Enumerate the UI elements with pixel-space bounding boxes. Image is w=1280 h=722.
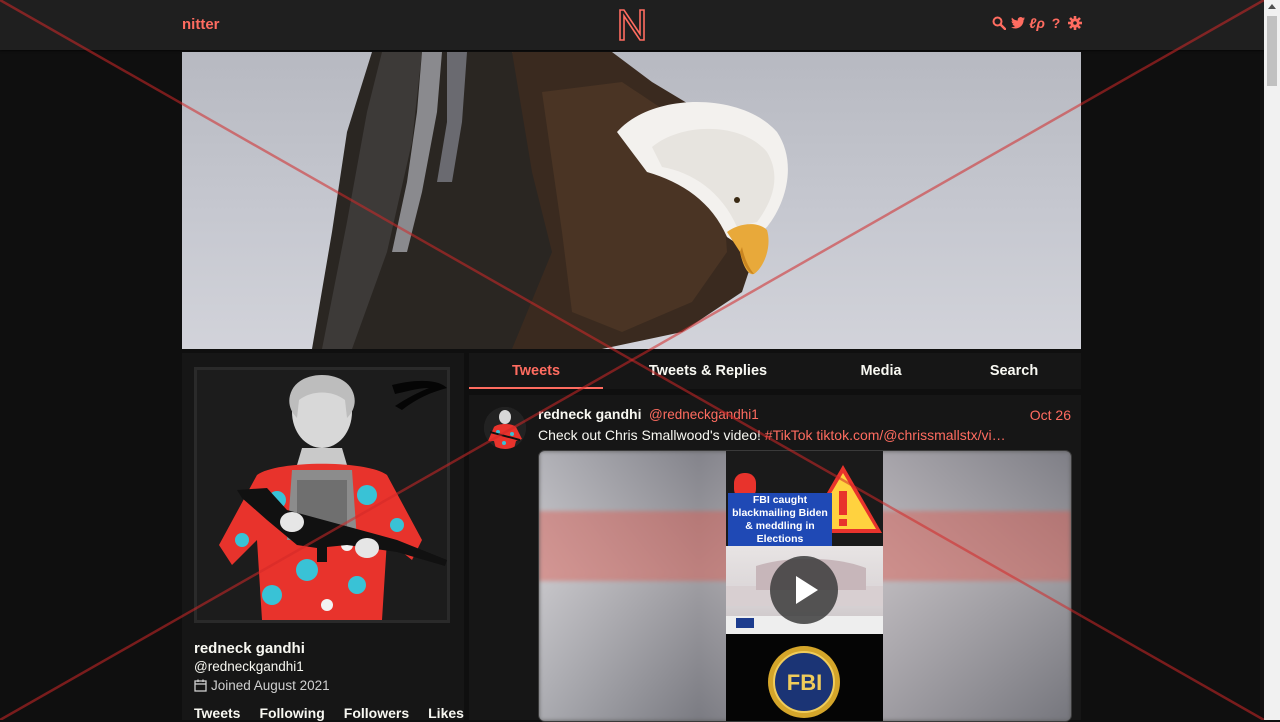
profile-card: redneck gandhi @redneckgandhi1 Joined Au… bbox=[182, 353, 464, 721]
tab-search[interactable]: Search bbox=[964, 353, 1064, 389]
tweet-media[interactable]: FBI caught blackmailing Biden & meddling… bbox=[538, 450, 1072, 722]
scrollbar[interactable] bbox=[1264, 0, 1280, 720]
profile-stats: Tweets Following Followers Likes bbox=[194, 705, 464, 721]
tweet-username[interactable]: @redneckgandhi1 bbox=[649, 407, 759, 422]
joined-text: Joined August 2021 bbox=[211, 678, 330, 693]
video-top-frame: FBI caught blackmailing Biden & meddling… bbox=[726, 451, 883, 547]
tweet-fullname[interactable]: redneck gandhi bbox=[538, 406, 641, 422]
twitter-icon[interactable] bbox=[1011, 15, 1025, 31]
tweet-text: Check out Chris Smallwood's video! bbox=[538, 427, 765, 443]
navbar: nitter ℓρ ? bbox=[0, 0, 1264, 50]
tab-tweets[interactable]: Tweets bbox=[469, 353, 603, 389]
tab-media[interactable]: Media bbox=[831, 353, 931, 389]
video-caption: FBI caught blackmailing Biden & meddling… bbox=[728, 493, 832, 547]
rss-icon[interactable]: ℓρ bbox=[1029, 15, 1045, 31]
fbi-badge-text: FBI bbox=[786, 670, 823, 695]
search-icon[interactable] bbox=[992, 15, 1006, 31]
stat-followers[interactable]: Followers bbox=[344, 705, 409, 721]
tweet-date[interactable]: Oct 26 bbox=[1030, 407, 1071, 423]
scroll-up-icon[interactable] bbox=[1268, 4, 1276, 9]
help-icon[interactable]: ? bbox=[1049, 15, 1063, 31]
tweet-avatar[interactable] bbox=[484, 407, 526, 449]
profile-joindate: Joined August 2021 bbox=[194, 678, 330, 693]
banner-image bbox=[312, 52, 788, 349]
profile-username[interactable]: @redneckgandhi1 bbox=[194, 659, 304, 674]
stat-following[interactable]: Following bbox=[259, 705, 324, 721]
settings-icon[interactable] bbox=[1068, 15, 1082, 31]
nav-icons: ℓρ ? bbox=[992, 15, 1082, 31]
nitter-logo-icon[interactable] bbox=[616, 7, 648, 43]
timeline: redneck gandhi @redneckgandhi1 Oct 26 Ch… bbox=[469, 395, 1081, 722]
profile-banner[interactable] bbox=[182, 52, 1081, 349]
tweet-link[interactable]: tiktok.com/@chrissmallstx/vi… bbox=[816, 427, 1005, 443]
profile-avatar[interactable] bbox=[194, 367, 450, 623]
tab-tweets-replies[interactable]: Tweets & Replies bbox=[633, 353, 783, 389]
hashtag-link[interactable]: #TikTok bbox=[765, 427, 813, 443]
play-icon[interactable] bbox=[770, 556, 838, 624]
profile-fullname[interactable]: redneck gandhi bbox=[194, 640, 305, 657]
timeline-tabs: Tweets Tweets & Replies Media Search bbox=[469, 353, 1081, 389]
video-thumbnail[interactable]: FBI caught blackmailing Biden & meddling… bbox=[726, 451, 883, 721]
stat-tweets[interactable]: Tweets bbox=[194, 705, 240, 721]
tweet-content: Check out Chris Smallwood's video! #TikT… bbox=[538, 427, 1006, 443]
avatar-image bbox=[197, 370, 447, 620]
scroll-thumb[interactable] bbox=[1267, 16, 1277, 86]
video-bottom-frame: FBI bbox=[726, 634, 883, 721]
stat-likes[interactable]: Likes bbox=[428, 705, 464, 721]
calendar-icon bbox=[194, 679, 207, 692]
brand-link[interactable]: nitter bbox=[182, 16, 220, 33]
tweet-avatar-image bbox=[484, 407, 526, 449]
